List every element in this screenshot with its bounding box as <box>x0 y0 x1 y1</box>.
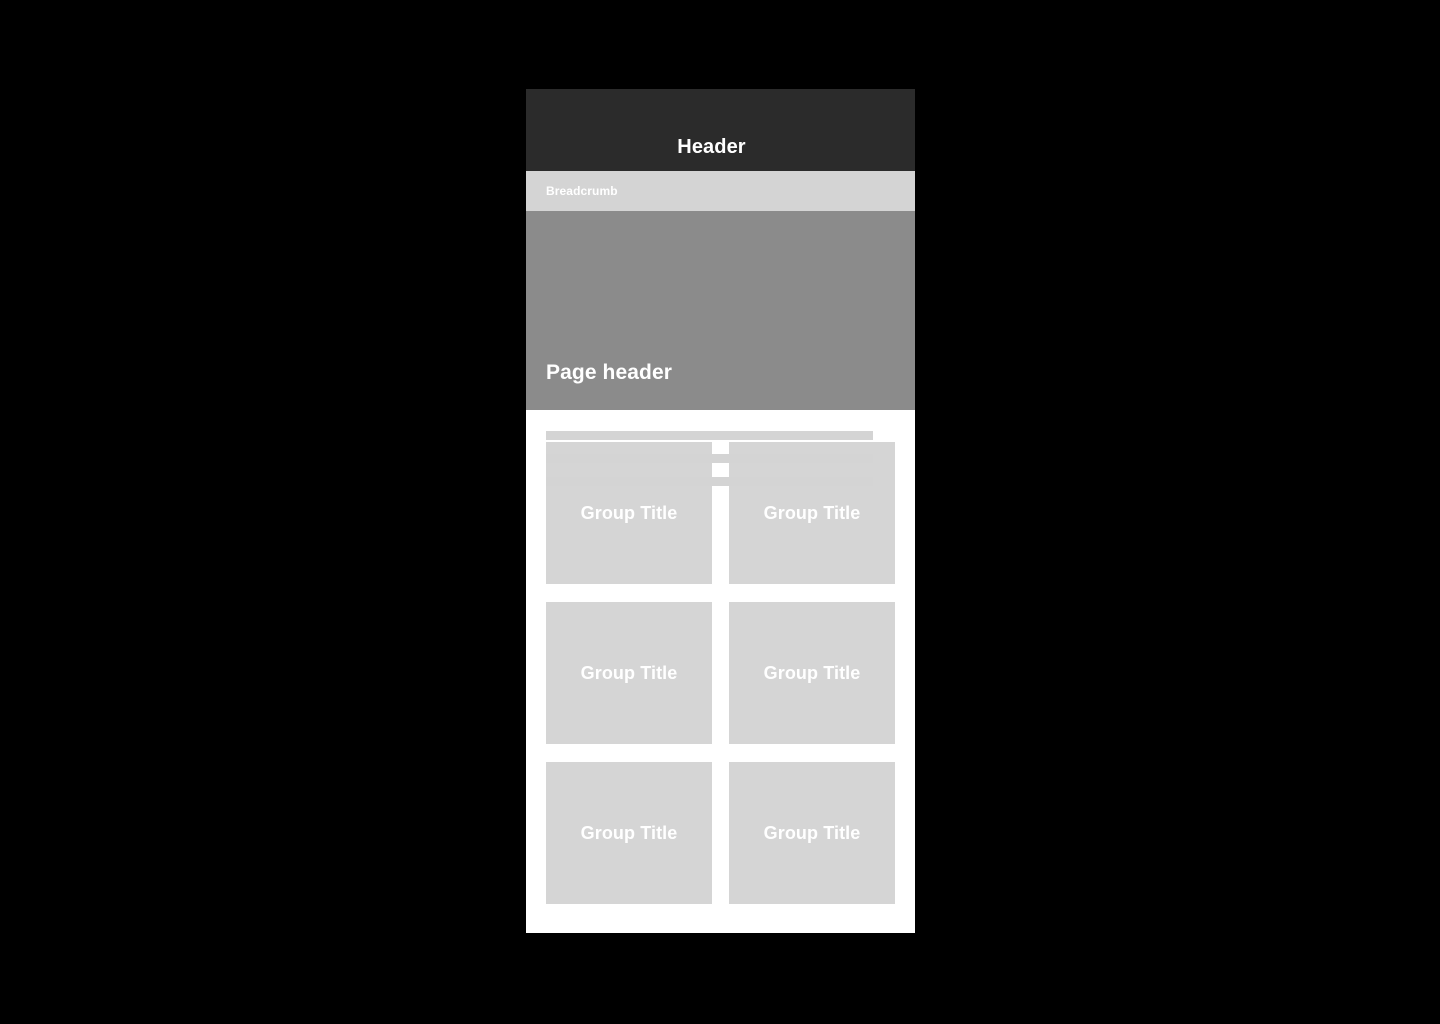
page-header-title: Page header <box>546 361 672 384</box>
page-title: Header <box>677 136 746 158</box>
group-card-title: Group Title <box>763 503 861 523</box>
group-card-title: Group Title <box>580 663 678 683</box>
group-card[interactable]: Group Title <box>729 602 895 744</box>
group-card[interactable]: Group Title <box>546 602 712 744</box>
group-card-title: Group Title <box>580 503 678 523</box>
group-card-title: Group Title <box>580 823 678 843</box>
breadcrumb-label[interactable]: Breadcrumb <box>546 185 618 197</box>
placeholder-bar <box>546 477 873 486</box>
group-card-title: Group Title <box>763 823 861 843</box>
placeholder-bar <box>546 431 873 440</box>
group-card[interactable]: Group Title <box>546 762 712 904</box>
group-card-title: Group Title <box>763 663 861 683</box>
device-frame: Header Breadcrumb Page header Group Titl… <box>526 89 915 933</box>
placeholder-bar-group <box>546 431 873 486</box>
page-header-section: Page header <box>526 211 915 486</box>
content-area: Group Title Group Title Group Title Grou… <box>526 410 915 933</box>
placeholder-bar <box>546 454 873 463</box>
breadcrumb[interactable]: Breadcrumb <box>526 171 915 211</box>
group-card[interactable]: Group Title <box>729 762 895 904</box>
app-header: Header <box>526 89 915 171</box>
group-card-grid: Group Title Group Title Group Title Grou… <box>546 442 895 904</box>
